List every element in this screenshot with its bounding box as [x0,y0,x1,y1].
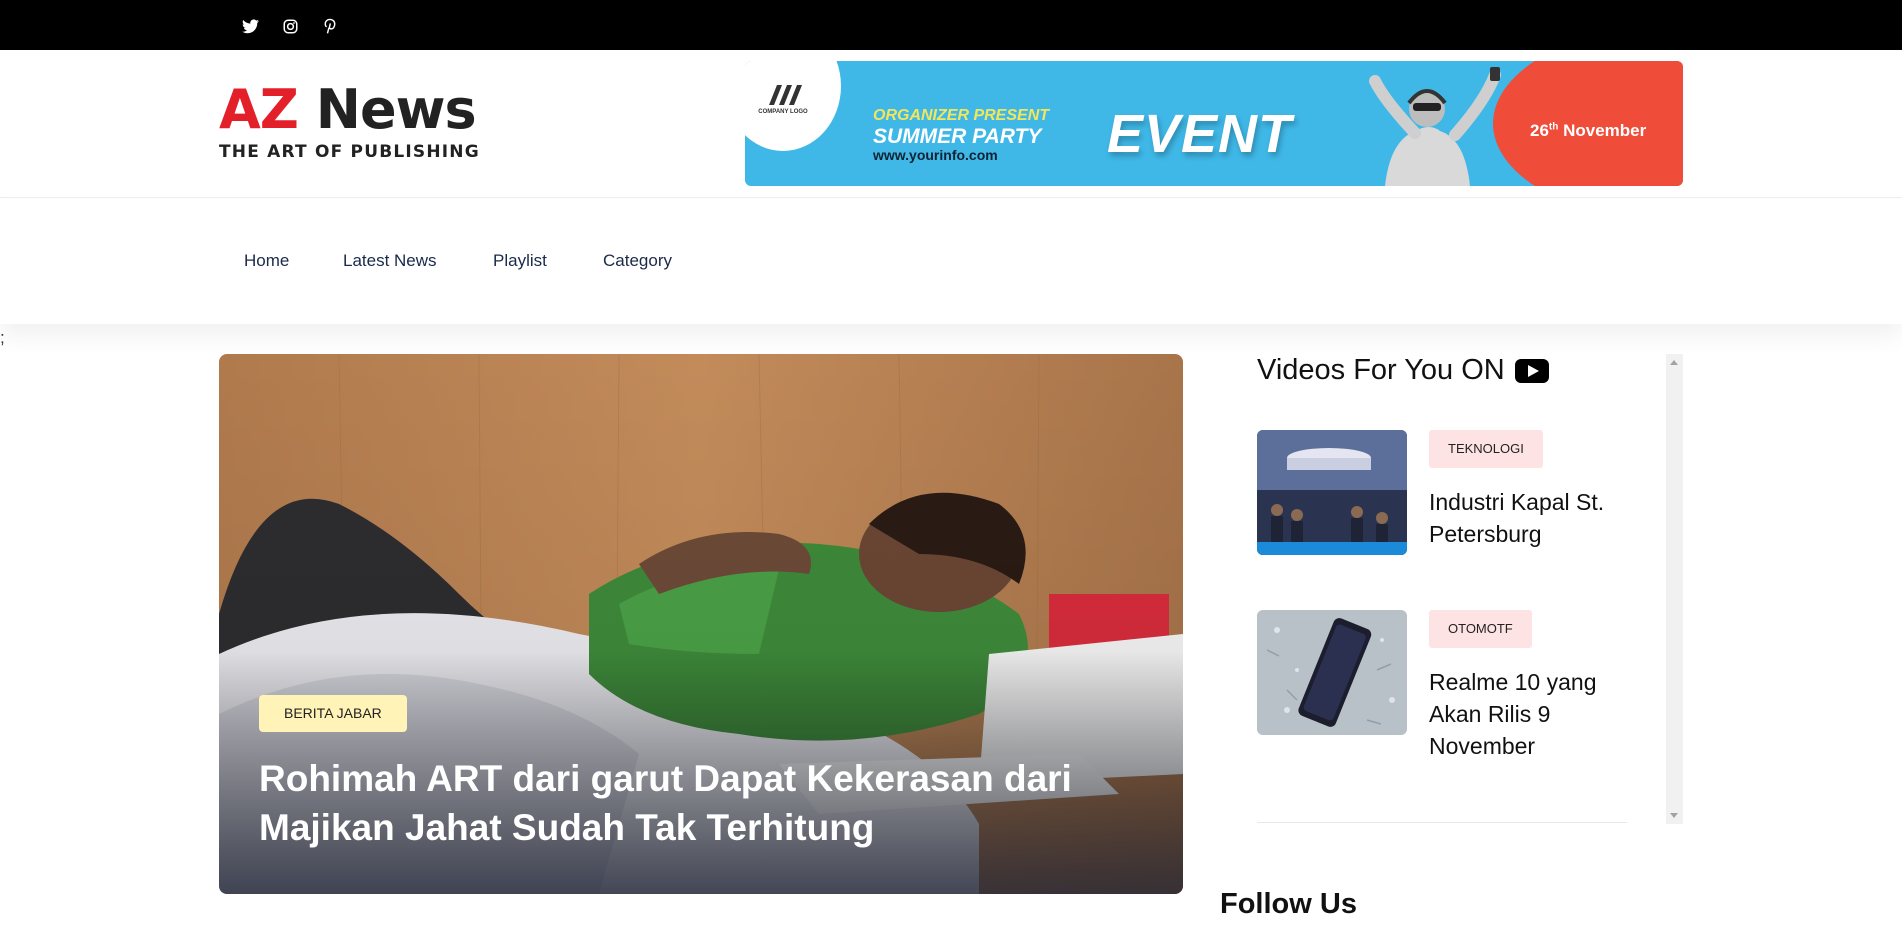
nav-playlist[interactable]: Playlist [493,251,547,271]
twitter-icon[interactable] [240,16,260,36]
banner-event: EVENT [1107,104,1293,164]
sidebar-scrollbar[interactable] [1666,354,1683,824]
video-card[interactable]: OTOMOTF Realme 10 yang Akan Rilis 9 Nove… [1257,610,1637,759]
banner-organizer: ORGANIZER PRESENT [873,107,1050,124]
banner-date: 26th November [1530,121,1646,141]
video-card[interactable]: TEKNOLOGI Industri Kapal St. Petersburg [1257,430,1637,570]
top-bar [0,0,1902,50]
follow-us-heading: Follow Us [1220,888,1357,920]
video-category-badge[interactable]: OTOMOTF [1429,610,1532,648]
company-logo: COMPANY LOGO [753,81,813,115]
company-logo-mark-icon [769,85,802,105]
main-nav: Home Latest News Playlist Category [0,199,1902,324]
logo-az: AZ [219,78,299,141]
sidebar-divider [1257,822,1627,823]
video-thumbnail[interactable] [1257,430,1407,555]
nav-home[interactable]: Home [244,251,289,271]
banner-date-month: November [1563,121,1647,140]
nav-category[interactable]: Category [603,251,672,271]
banner-date-suffix: th [1548,121,1559,133]
video-thumbnail-image [1257,430,1407,555]
logo-wordmark: AZ News [219,80,480,140]
banner-website: www.yourinfo.com [873,147,998,163]
site-logo[interactable]: AZ News THE ART OF PUBLISHING [219,80,480,163]
logo-news: News [315,78,477,141]
banner-party: SUMMER PARTY [873,125,1042,148]
instagram-icon[interactable] [280,16,300,36]
youtube-icon [1514,358,1549,383]
scroll-down-arrow-icon[interactable] [1670,813,1678,818]
videos-sidebar: Videos For You ON TEKNOLOGI Industri Kap… [1223,354,1683,824]
featured-article-title[interactable]: Rohimah ART dari garut Dapat Kekerasan d… [259,754,1179,852]
video-title[interactable]: Industri Kapal St. Petersburg [1429,486,1629,550]
pinterest-icon[interactable] [320,16,340,36]
scroll-up-arrow-icon[interactable] [1670,360,1678,365]
event-banner-ad[interactable]: COMPANY LOGO ORGANIZER PRESENT SUMMER PA… [745,61,1683,186]
banner-date-day: 26 [1530,121,1549,140]
logo-tagline: THE ART OF PUBLISHING [219,142,480,162]
featured-category-badge[interactable]: BERITA JABAR [259,695,407,732]
stray-text: ; [0,328,5,347]
video-thumbnail[interactable] [1257,610,1407,735]
video-category-badge[interactable]: TEKNOLOGI [1429,430,1543,468]
company-logo-text: COMPANY LOGO [758,109,808,115]
nav-latest-news[interactable]: Latest News [343,251,437,271]
video-title[interactable]: Realme 10 yang Akan Rilis 9 November [1429,666,1629,762]
videos-section-title-text: Videos For You ON [1257,354,1505,386]
videos-section-title: Videos For You ON [1257,354,1549,387]
featured-article[interactable]: BERITA JABAR Rohimah ART dari garut Dapa… [219,354,1183,894]
video-thumbnail-image [1257,610,1407,735]
